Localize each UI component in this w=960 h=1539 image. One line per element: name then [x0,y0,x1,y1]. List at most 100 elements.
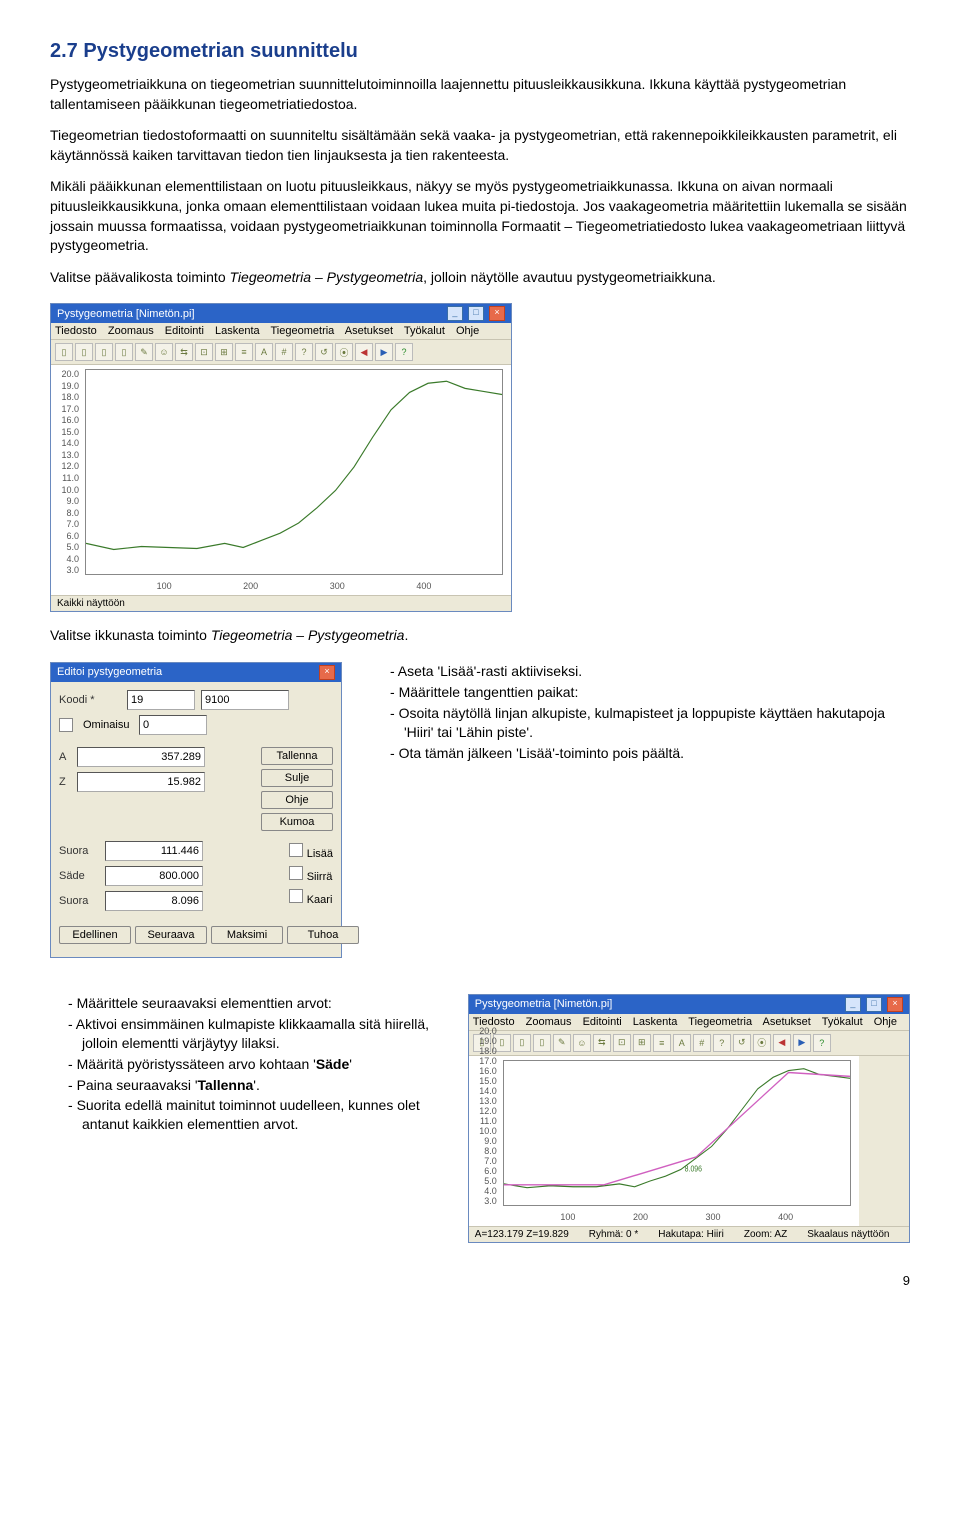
maximize-button[interactable]: □ [468,306,484,321]
toolbar-btn[interactable]: ⊞ [633,1034,651,1052]
toolbar-btn[interactable]: ◀ [355,343,373,361]
koodi-field-1[interactable] [127,690,195,710]
suora2-field[interactable] [105,891,203,911]
y-axis-ticks: 3.04.05.06.07.08.09.010.011.012.013.014.… [471,1060,497,1206]
koodi-label: Koodi * [59,694,121,706]
minimize-button[interactable]: _ [447,306,463,321]
menu-ohje[interactable]: Ohje [456,325,479,337]
toolbar-btn[interactable]: ▯ [513,1034,531,1052]
sade-field[interactable] [105,866,203,886]
menu-bar[interactable]: Tiedosto Zoomaus Editointi Laskenta Tieg… [469,1014,909,1031]
paragraph-4: Valitse päävalikosta toiminto Tiegeometr… [50,268,910,288]
menu-zoomaus[interactable]: Zoomaus [526,1016,572,1028]
kaari-checkbox[interactable]: Kaari [289,889,333,906]
menu-asetukset[interactable]: Asetukset [763,1016,811,1028]
list-item: Aseta 'Lisää'-rasti aktiiviseksi. [390,662,910,681]
menu-editointi[interactable]: Editointi [165,325,204,337]
toolbar-btn[interactable]: ≡ [235,343,253,361]
siirra-checkbox[interactable]: Siirrä [289,866,333,883]
menu-tiedosto[interactable]: Tiedosto [55,325,97,337]
a-field[interactable] [77,747,205,767]
toolbar-btn[interactable]: ↺ [315,343,333,361]
toolbar-btn[interactable]: ▯ [95,343,113,361]
toolbar-btn[interactable]: ◀ [773,1034,791,1052]
ominaisu-field[interactable] [139,715,207,735]
menu-bar[interactable]: Tiedosto Zoomaus Editointi Laskenta Tieg… [51,323,511,340]
menu-tyokalut[interactable]: Työkalut [822,1016,863,1028]
toolbar-btn[interactable]: ? [813,1034,831,1052]
close-button[interactable]: × [887,997,903,1012]
toolbar: ▯ ▯ ▯ ▯ ✎ ☺ ⇆ ⊡ ⊞ ≡ A # ? ↺ ⦿ ◀ ▶ ? [469,1031,909,1056]
kumoa-button[interactable]: Kumoa [261,813,333,831]
list-item: Osoita näytöllä linjan alkupiste, kulmap… [390,704,910,742]
seuraava-button[interactable]: Seuraava [135,926,207,944]
toolbar-btn[interactable]: ↺ [733,1034,751,1052]
toolbar-btn[interactable]: ⦿ [335,343,353,361]
toolbar-btn[interactable]: ▶ [793,1034,811,1052]
toolbar-btn[interactable]: ▯ [55,343,73,361]
menu-zoomaus[interactable]: Zoomaus [108,325,154,337]
toolbar-btn[interactable]: ✎ [135,343,153,361]
sulje-button[interactable]: Sulje [261,769,333,787]
toolbar-btn[interactable]: ⇆ [593,1034,611,1052]
menu-editointi[interactable]: Editointi [583,1016,622,1028]
paragraph-1: Pystygeometriaikkuna on tiegeometrian su… [50,75,910,114]
maximize-button[interactable]: □ [866,997,882,1012]
toolbar-btn[interactable]: ⊡ [613,1034,631,1052]
menu-ohje[interactable]: Ohje [874,1016,897,1028]
z-field[interactable] [77,772,205,792]
bottom-bullet-list: Määrittele seuraavaksi elementtien arvot… [50,994,438,1136]
section-heading: 2.7 Pystygeometrian suunnittelu [50,40,910,63]
toolbar-btn[interactable]: ⇆ [175,343,193,361]
ominaisu-checkbox[interactable] [59,718,73,732]
toolbar-btn[interactable]: ✎ [553,1034,571,1052]
koodi-field-2[interactable] [201,690,289,710]
edellinen-button[interactable]: Edellinen [59,926,131,944]
menu-asetukset[interactable]: Asetukset [345,325,393,337]
list-item: Määrittele tangenttien paikat: [390,683,910,702]
close-button[interactable]: × [489,306,505,321]
toolbar-btn[interactable]: ▯ [115,343,133,361]
list-item: Määrittele seuraavaksi elementtien arvot… [68,994,438,1013]
menu-laskenta[interactable]: Laskenta [633,1016,678,1028]
toolbar-btn[interactable]: ▯ [533,1034,551,1052]
chart-area-small: 3.04.05.06.07.08.09.010.011.012.013.014.… [469,1056,859,1226]
ohje-button[interactable]: Ohje [261,791,333,809]
window-titlebar: Pystygeometria [Nimetön.pi] _ □ × [51,304,511,323]
menu-tiegeometria[interactable]: Tiegeometria [688,1016,752,1028]
toolbar-btn[interactable]: # [693,1034,711,1052]
toolbar-btn[interactable]: A [255,343,273,361]
toolbar-btn[interactable]: ≡ [653,1034,671,1052]
suora1-field[interactable] [105,841,203,861]
toolbar-btn[interactable]: ? [713,1034,731,1052]
dialog-close-button[interactable]: × [319,665,335,680]
tallenna-button[interactable]: Tallenna [261,747,333,765]
menu-tyokalut[interactable]: Työkalut [404,325,445,337]
toolbar-btn[interactable]: ⊞ [215,343,233,361]
status-bar: A=123.179 Z=19.829 Ryhmä: 0 * Hakutapa: … [469,1226,909,1242]
status-zoom: Zoom: AZ [744,1229,787,1240]
list-item: Ota tämän jälkeen 'Lisää'-toiminto pois … [390,744,910,763]
toolbar-btn[interactable]: ▯ [75,343,93,361]
ominaisu-label: Ominaisu [83,719,133,731]
plot-region[interactable] [85,369,503,575]
list-item: Suorita edellä mainitut toiminnot uudell… [68,1096,438,1134]
toolbar-btn[interactable]: ? [395,343,413,361]
toolbar-btn[interactable]: # [275,343,293,361]
toolbar-btn[interactable]: ⊡ [195,343,213,361]
minimize-button[interactable]: _ [845,997,861,1012]
tuhoa-button[interactable]: Tuhoa [287,926,359,944]
menu-laskenta[interactable]: Laskenta [215,325,260,337]
toolbar-btn[interactable]: ☺ [155,343,173,361]
toolbar-btn[interactable]: ☺ [573,1034,591,1052]
toolbar-btn[interactable]: ▶ [375,343,393,361]
plot-region[interactable]: 8.096 [503,1060,851,1206]
toolbar-btn[interactable]: A [673,1034,691,1052]
paragraph-3: Mikäli pääikkunan elementtilistaan on lu… [50,177,910,255]
maksimi-button[interactable]: Maksimi [211,926,283,944]
toolbar-btn[interactable]: ? [295,343,313,361]
a-label: A [59,751,71,763]
menu-tiegeometria[interactable]: Tiegeometria [271,325,335,337]
toolbar-btn[interactable]: ⦿ [753,1034,771,1052]
lisaa-checkbox[interactable]: Lisää [289,843,333,860]
